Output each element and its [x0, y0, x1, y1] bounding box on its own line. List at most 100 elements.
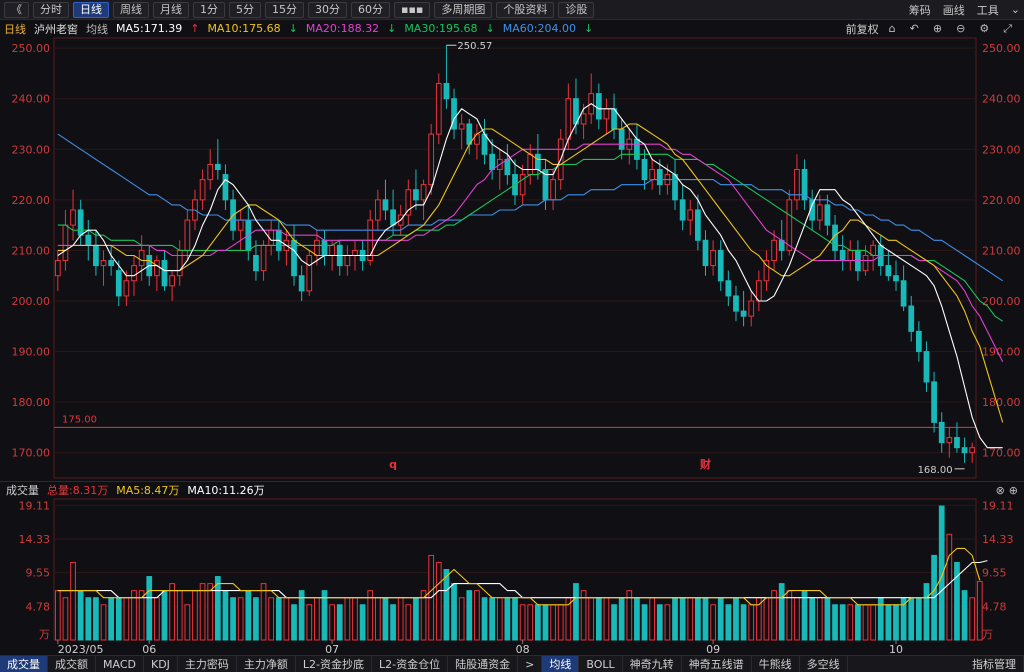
volume-bar: [740, 604, 747, 641]
volume-bar: [557, 604, 564, 641]
volume-bar: [176, 590, 183, 641]
volume-bar: [710, 604, 716, 641]
volume-bar: [344, 597, 351, 641]
candle-body: [435, 83, 442, 135]
candle-body: [961, 447, 968, 454]
volume-bar: [618, 597, 625, 641]
overlay-tab-5[interactable]: 多空线: [800, 655, 848, 672]
candle-body: [329, 244, 335, 256]
volume-bar: [352, 597, 358, 641]
candle-body: [634, 138, 640, 160]
volume-bar: [915, 597, 922, 641]
volume-tick-left: 19.11: [19, 499, 51, 512]
overlay-tab-3[interactable]: 神奇五线谱: [682, 655, 752, 672]
volume-bar: [291, 604, 297, 641]
indicator-tab-7[interactable]: L2-资金仓位: [372, 655, 449, 672]
volume-bar: [634, 597, 640, 641]
overlay-tab-0[interactable]: 均线: [542, 655, 580, 672]
volume-bar: [954, 561, 960, 641]
volume-bar: [54, 590, 61, 641]
volume-bar: [893, 604, 899, 641]
volume-bar: [679, 597, 686, 641]
indicator-tab-1[interactable]: 成交额: [48, 655, 96, 672]
price-tick-right: 250.00: [982, 42, 1021, 55]
volume-bar: [877, 597, 884, 641]
indicator-tab-6[interactable]: L2-资金抄底: [296, 655, 373, 672]
volume-bar: [573, 583, 579, 641]
candle-body: [420, 184, 427, 201]
price-tick-left: 220.00: [12, 194, 51, 207]
candle-body: [733, 295, 739, 312]
volume-bar: [748, 604, 755, 641]
marker-q[interactable]: q: [389, 458, 397, 471]
indicator-tab-0[interactable]: 成交量: [0, 655, 48, 672]
overlay-tab-4[interactable]: 牛熊线: [752, 655, 800, 672]
marker-cai[interactable]: 财: [699, 457, 711, 471]
candle-body: [618, 128, 625, 150]
volume-bar: [870, 604, 876, 641]
volume-tick-right: 19.11: [982, 499, 1014, 512]
volume-tick-left: 万: [39, 628, 50, 641]
candle-body: [352, 249, 358, 256]
candle-body: [237, 219, 244, 231]
candle-body: [946, 437, 953, 444]
indicator-tab-8[interactable]: 陆股通资金: [448, 655, 519, 672]
candle-body: [969, 447, 976, 454]
candle-body: [199, 179, 206, 201]
volume-bar: [969, 597, 976, 641]
price-tick-left: 200.00: [12, 295, 51, 308]
volume-bar: [85, 597, 92, 641]
volume-bar: [237, 597, 244, 641]
indicator-tab-5[interactable]: 主力净额: [237, 655, 296, 672]
volume-bar: [717, 597, 724, 641]
low-label: 168.00: [918, 465, 953, 476]
candle-body: [344, 254, 351, 267]
candle-body: [550, 179, 556, 201]
candle-body: [824, 204, 831, 226]
indicator-tab-4[interactable]: 主力密码: [178, 655, 237, 672]
candle-body: [222, 174, 229, 201]
volume-bar: [847, 604, 854, 641]
volume-bar: [504, 597, 511, 641]
candle-body: [740, 310, 747, 317]
candle-body: [679, 199, 686, 221]
candle-body: [321, 239, 328, 256]
indicator-tab-3[interactable]: KDJ: [144, 655, 178, 672]
volume-bar: [702, 597, 709, 641]
candle-body: [489, 153, 496, 170]
volume-bar: [161, 590, 168, 641]
volume-bar: [794, 597, 800, 641]
candle-body: [405, 189, 412, 216]
candle-body: [374, 199, 381, 221]
candle-body: [184, 219, 191, 251]
indicator-tab-2[interactable]: MACD: [96, 655, 144, 672]
volume-bar: [359, 604, 366, 641]
volume-bar: [62, 597, 69, 641]
volume-bar: [405, 604, 412, 641]
volume-bar: [260, 583, 267, 641]
volume-bar: [649, 597, 656, 641]
candle-body: [161, 260, 168, 287]
volume-bar: [214, 576, 221, 641]
candle-body: [382, 199, 389, 211]
candle-body: [214, 163, 221, 170]
candle-body: [70, 209, 76, 226]
volume-bar: [885, 604, 892, 641]
volume-bar: [809, 597, 816, 641]
candle-body: [443, 83, 450, 100]
overlay-tab-1[interactable]: BOLL: [579, 655, 623, 672]
scroll-right-arrow[interactable]: >: [518, 655, 543, 672]
candle-body: [108, 260, 115, 267]
indicator-manage-button[interactable]: 指标管理: [965, 655, 1024, 672]
candle-body: [595, 93, 602, 120]
overlay-tab-2[interactable]: 神奇九转: [623, 655, 682, 672]
volume-bar: [70, 561, 76, 641]
candle-body: [138, 249, 145, 267]
price-tick-left: 250.00: [12, 42, 51, 55]
candle-body: [580, 113, 587, 125]
indicator-tabs-bar: 成交量 成交额 MACD KDJ 主力密码 主力净额 L2-资金抄底 L2-资金仓位 陆股通资金…: [0, 655, 1024, 672]
volume-bar: [695, 597, 701, 641]
candle-body: [534, 153, 541, 170]
volume-bar: [946, 533, 953, 641]
price-volume-chart[interactable]: 250.00 250.00 240.00 240.00 230.00 230.00 220.…: [0, 0, 1024, 672]
